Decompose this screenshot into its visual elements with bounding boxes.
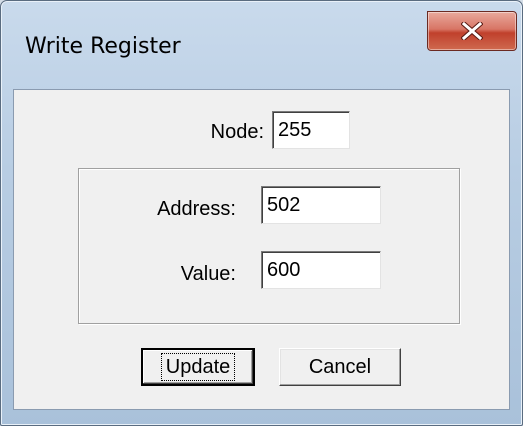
node-label: Node: [210, 121, 264, 143]
update-button-label: Update [160, 353, 236, 381]
cancel-button[interactable]: Cancel [279, 348, 401, 386]
close-button[interactable] [427, 11, 517, 51]
update-button[interactable]: Update [141, 348, 255, 386]
address-input[interactable] [261, 186, 381, 224]
value-input[interactable] [261, 251, 381, 289]
dialog-client-area: Node: Address: Value: Update Cancel [13, 89, 510, 410]
node-input[interactable] [272, 111, 350, 149]
value-label: Value: [180, 263, 236, 285]
title-bar[interactable]: Write Register [1, 1, 522, 89]
address-label: Address: [157, 198, 236, 220]
cancel-button-label: Cancel [308, 355, 372, 378]
close-icon [461, 22, 483, 40]
window-title: Write Register [25, 34, 181, 59]
write-register-dialog: Write Register Node: Address: Value: Upd… [0, 0, 523, 426]
